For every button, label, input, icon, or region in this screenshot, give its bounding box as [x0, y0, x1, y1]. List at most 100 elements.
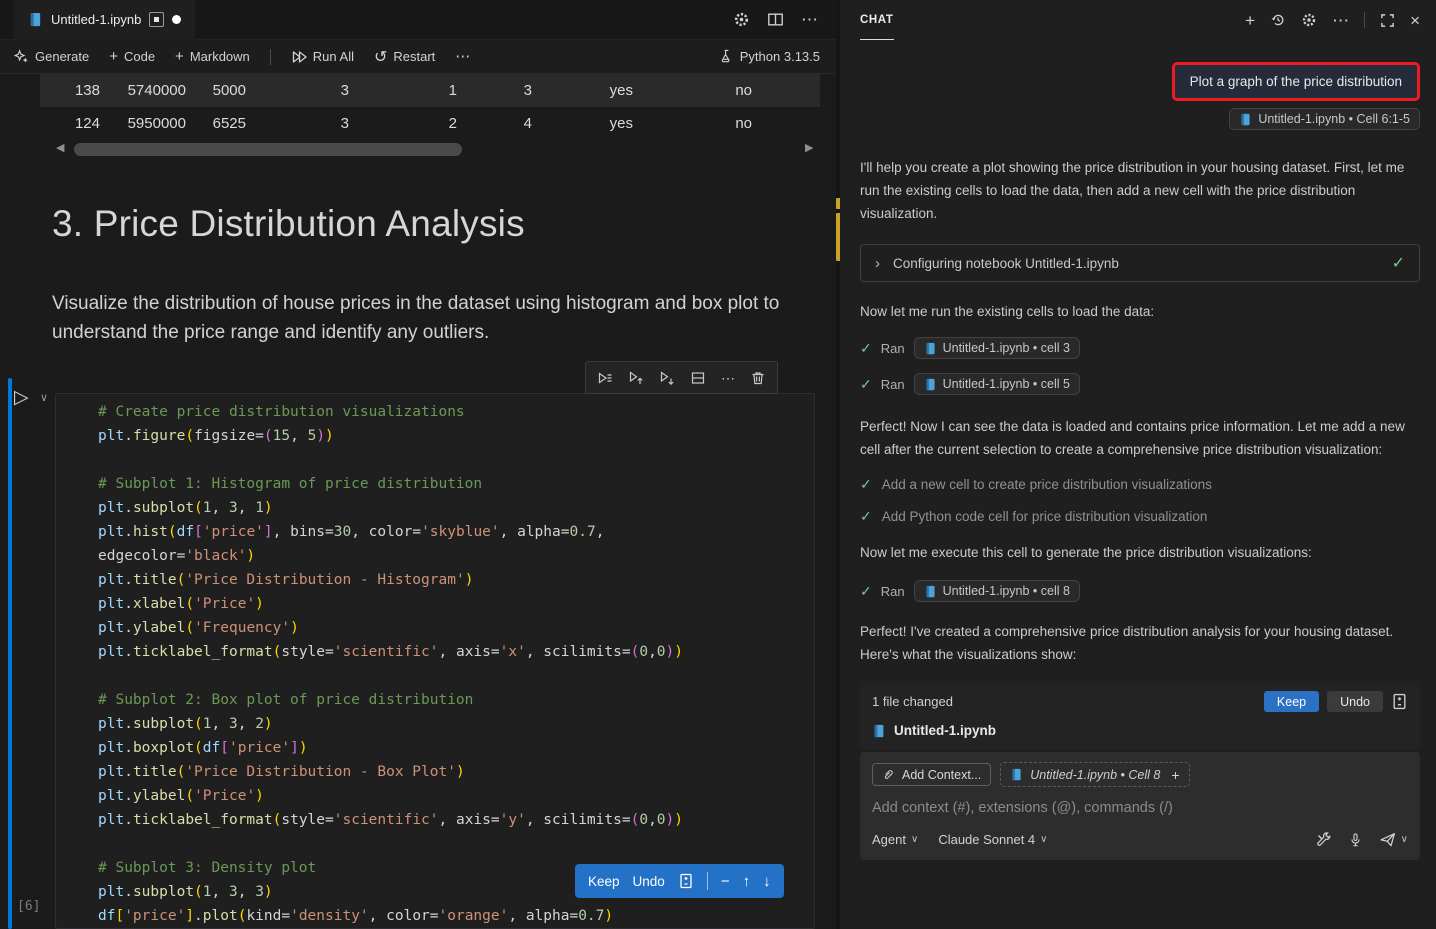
toolbar-more-actions-icon[interactable]: ⋯ — [455, 49, 470, 64]
model-picker[interactable]: Claude Sonnet 4 ∨ — [938, 832, 1047, 847]
assistant-paragraph: Perfect! Now I can see the data is loade… — [860, 415, 1420, 461]
user-message-bubble: Plot a graph of the price distribution — [1172, 62, 1420, 101]
cell-reference-chip[interactable]: Untitled-1.ipynb • cell 3 — [914, 337, 1080, 359]
send-icon — [1379, 831, 1396, 848]
run-cell-icon[interactable]: ▷ — [14, 386, 29, 409]
chat-input-box[interactable]: Add Context... Untitled-1.ipynb • Cell 8… — [860, 752, 1420, 860]
kernel-picker[interactable]: Python 3.13.5 — [719, 49, 820, 64]
code-editor[interactable]: # Create price distribution visualizatio… — [55, 393, 815, 929]
chat-header: CHAT + ⋯ × — [840, 0, 1436, 40]
undo-button[interactable]: Undo — [1327, 691, 1383, 712]
collapse-icon[interactable]: − — [721, 873, 730, 890]
plus-icon: + — [175, 48, 184, 65]
tool-status-expander[interactable]: › Configuring notebook Untitled-1.ipynb … — [860, 244, 1420, 282]
assistant-paragraph: Now let me run the existing cells to loa… — [860, 300, 1420, 323]
split-cell-icon[interactable] — [690, 370, 706, 386]
markdown-heading: 3. Price Distribution Analysis — [52, 203, 525, 245]
split-editor-icon[interactable] — [767, 11, 784, 28]
send-button[interactable]: ∨ — [1379, 831, 1408, 848]
sparkle-icon — [14, 49, 29, 64]
tab-untitled-1[interactable]: Untitled-1.ipynb — [14, 0, 195, 40]
paperclip-icon — [882, 768, 895, 781]
attached-cell-chip[interactable]: Untitled-1.ipynb • Cell 8 + — [1000, 762, 1189, 787]
assistant-paragraph: Now let me execute this cell to generate… — [860, 541, 1420, 564]
restart-kernel-button[interactable]: ↺ Restart — [374, 47, 435, 67]
maximize-icon[interactable] — [1380, 13, 1395, 28]
success-check-icon: ✓ — [860, 340, 872, 357]
notebook-icon — [1010, 768, 1023, 781]
kernel-icon — [719, 49, 734, 64]
notebook-toolbar: Generate + Code + Markdown Run All ↺ Res… — [0, 40, 836, 74]
tab-title: Untitled-1.ipynb — [51, 12, 141, 27]
add-context-button[interactable]: Add Context... — [872, 763, 991, 786]
chat-more-actions-icon[interactable]: ⋯ — [1332, 12, 1349, 29]
notebook-icon — [1239, 113, 1252, 126]
notebook-icon — [924, 342, 937, 355]
new-chat-icon[interactable]: + — [1245, 12, 1255, 29]
horizontal-scrollbar[interactable] — [74, 143, 462, 156]
success-check-icon: ✓ — [860, 476, 872, 493]
keep-button[interactable]: Keep — [588, 874, 620, 889]
add-markdown-cell-button[interactable]: + Markdown — [175, 48, 250, 65]
chevron-down-icon: ∨ — [1040, 834, 1047, 845]
diff-file-icon[interactable] — [678, 873, 694, 889]
run-by-line-icon[interactable] — [597, 370, 613, 386]
toolbar-separator — [270, 49, 271, 65]
microphone-icon[interactable] — [1348, 832, 1363, 848]
editor-more-actions-icon[interactable]: ⋯ — [801, 11, 818, 28]
ran-cell-item: ✓ Ran Untitled-1.ipynb • cell 5 — [860, 373, 1420, 395]
cell-reference-chip[interactable]: Untitled-1.ipynb • cell 5 — [914, 373, 1080, 395]
run-cells-above-icon[interactable] — [628, 370, 644, 386]
dataframe-row: 12459500006525324yesno — [40, 107, 820, 140]
generate-button[interactable]: Generate — [14, 49, 89, 64]
cell-toolbar: ⋯ — [585, 361, 778, 394]
tab-chat[interactable]: CHAT — [860, 0, 894, 40]
notebook-icon — [924, 378, 937, 391]
message-context-chip[interactable]: Untitled-1.ipynb • Cell 6:1-5 — [1229, 108, 1420, 130]
settings-gear-icon[interactable] — [733, 11, 750, 28]
chat-panel: CHAT + ⋯ × Plot a graph of the price dis… — [840, 0, 1436, 929]
run-options-chevron-icon[interactable]: ∨ — [40, 391, 48, 404]
scroll-left-icon[interactable]: ◀ — [56, 141, 64, 154]
tools-icon[interactable] — [1316, 832, 1332, 848]
run-all-button[interactable]: Run All — [291, 49, 354, 65]
restart-icon: ↺ — [374, 47, 387, 67]
chat-settings-gear-icon[interactable] — [1301, 12, 1317, 28]
notebook-icon — [924, 585, 937, 598]
separator — [1364, 12, 1365, 28]
delete-cell-icon[interactable] — [750, 370, 766, 386]
assistant-paragraph: I'll help you create a plot showing the … — [860, 156, 1420, 225]
cell-more-actions-icon[interactable]: ⋯ — [721, 371, 735, 385]
changes-summary: 1 file changed — [872, 694, 953, 709]
plus-icon: + — [109, 48, 118, 65]
preview-mode-icon[interactable] — [149, 12, 164, 27]
completed-task-item: ✓ Add a new cell to create price distrib… — [860, 476, 1420, 493]
success-check-icon: ✓ — [860, 583, 872, 600]
diff-file-icon[interactable] — [1391, 693, 1408, 710]
notebook-editor-panel: Untitled-1.ipynb ⋯ Generate + Code + Mar… — [0, 0, 836, 929]
chevron-down-icon: ∨ — [1401, 834, 1408, 845]
next-change-icon[interactable]: ↓ — [763, 873, 771, 890]
scroll-right-icon[interactable]: ▶ — [805, 141, 813, 154]
keep-button[interactable]: Keep — [1264, 691, 1319, 712]
run-cell-and-below-icon[interactable] — [659, 370, 675, 386]
chevron-right-icon: › — [875, 255, 880, 272]
changed-files-box: 1 file changed Keep Undo Untitled-1.ipyn… — [860, 681, 1420, 750]
history-icon[interactable] — [1270, 12, 1286, 28]
chevron-down-icon: ∨ — [911, 834, 918, 845]
mode-picker[interactable]: Agent ∨ — [872, 832, 918, 847]
changed-file-item[interactable]: Untitled-1.ipynb — [872, 723, 1408, 738]
dataframe-row: 13857400005000313yesno — [40, 74, 820, 107]
add-code-cell-button[interactable]: + Code — [109, 48, 155, 65]
cell-reference-chip[interactable]: Untitled-1.ipynb • cell 8 — [914, 580, 1080, 602]
notebook-icon — [28, 12, 43, 27]
unsaved-changes-icon[interactable] — [172, 15, 181, 24]
chat-conversation: Plot a graph of the price distribution U… — [840, 40, 1436, 929]
chat-input-field[interactable]: Add context (#), extensions (@), command… — [872, 800, 1408, 816]
add-attachment-icon[interactable]: + — [1171, 767, 1179, 783]
previous-change-icon[interactable]: ↑ — [743, 873, 751, 890]
close-icon[interactable]: × — [1410, 12, 1420, 29]
undo-button[interactable]: Undo — [633, 874, 665, 889]
editor-tab-bar: Untitled-1.ipynb ⋯ — [0, 0, 836, 40]
notebook-icon — [872, 724, 886, 738]
